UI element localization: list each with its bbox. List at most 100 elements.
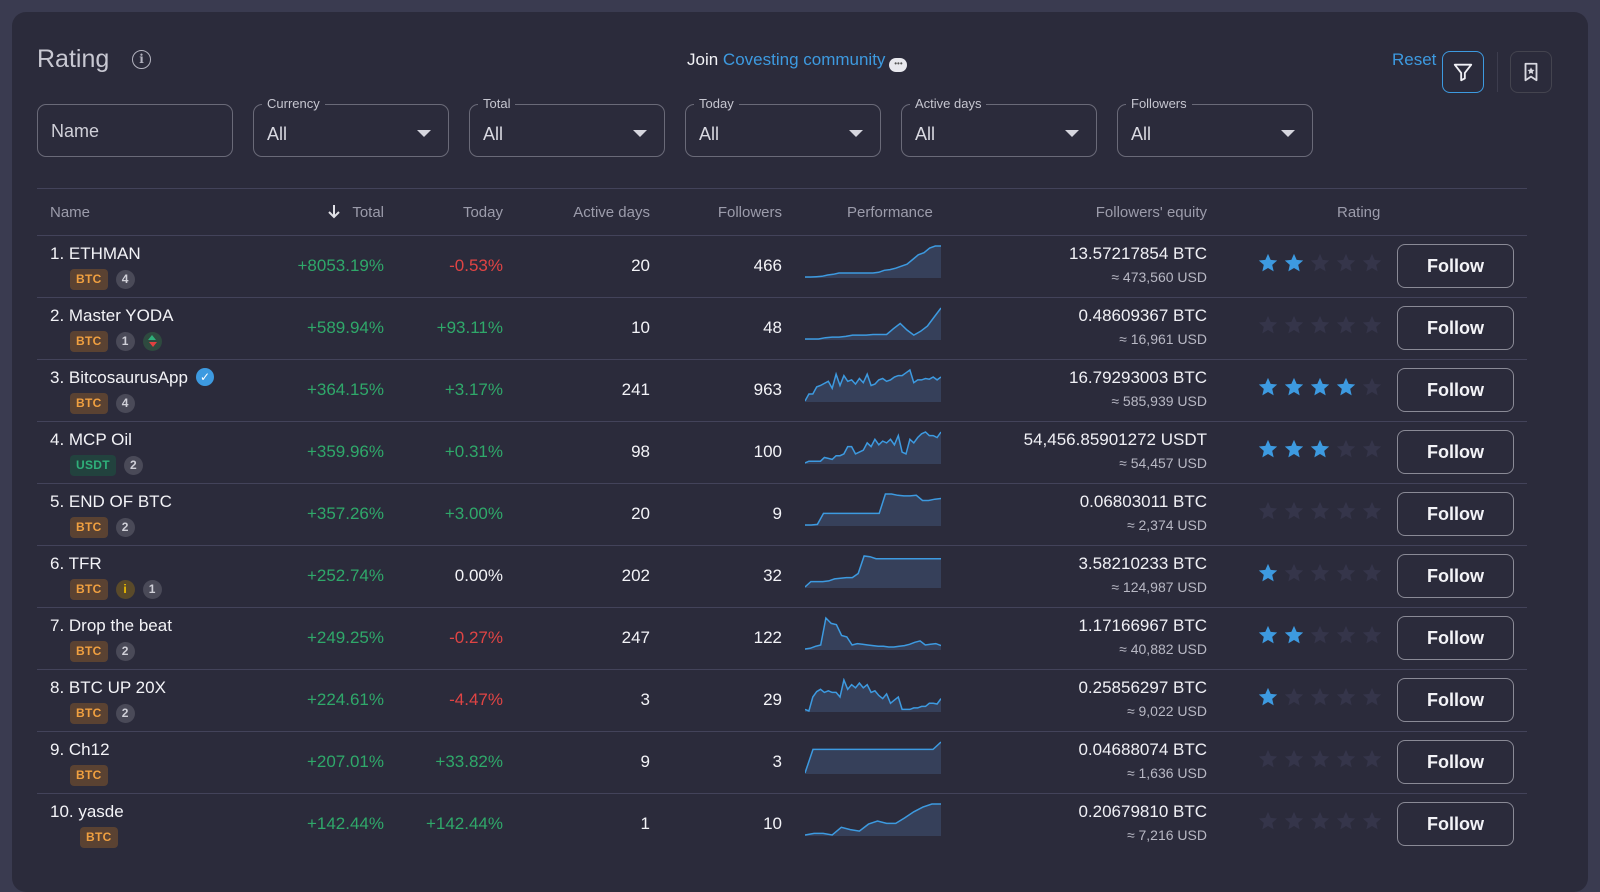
table-row[interactable]: 3. BitcosaurusApp ✓ BTC 4 +364.15% +3.17% … bbox=[37, 359, 1527, 421]
performance-sparkline bbox=[805, 307, 941, 340]
trader-name-text[interactable]: 10. yasde bbox=[50, 802, 124, 821]
reset-button[interactable]: Reset bbox=[1392, 50, 1436, 70]
trader-name-text[interactable]: 1. ETHMAN bbox=[50, 244, 141, 263]
sparkline-area bbox=[805, 742, 941, 774]
performance-sparkline bbox=[805, 741, 941, 774]
col-followers[interactable]: Followers bbox=[718, 204, 782, 221]
trader-badges: BTC 4 bbox=[70, 269, 135, 290]
today-return: -0.53% bbox=[449, 256, 503, 275]
trader-name[interactable]: 3. BitcosaurusApp ✓ bbox=[50, 368, 214, 388]
table-row[interactable]: 2. Master YODA BTC 1 +589.94% +93.11% 10 … bbox=[37, 297, 1527, 359]
followers-equity: 1.17166967 BTC bbox=[1078, 616, 1207, 635]
trader-name[interactable]: 9. Ch12 bbox=[50, 740, 110, 760]
today-return: +3.00% bbox=[444, 504, 503, 523]
trader-name[interactable]: 5. END OF BTC bbox=[50, 492, 172, 512]
follow-button[interactable]: Follow bbox=[1397, 492, 1514, 536]
follow-button[interactable]: Follow bbox=[1397, 244, 1514, 288]
follow-button[interactable]: Follow bbox=[1397, 740, 1514, 784]
table-row[interactable]: 1. ETHMAN BTC 4 +8053.19% -0.53% 20 466 1… bbox=[37, 235, 1527, 297]
col-today[interactable]: Today bbox=[463, 204, 503, 221]
star-empty-icon bbox=[1284, 315, 1304, 334]
table-row[interactable]: 8. BTC UP 20X BTC 2 +224.61% -4.47% 3 29 … bbox=[37, 669, 1527, 731]
verified-icon: ✓ bbox=[195, 368, 214, 386]
table-row[interactable]: 6. TFR BTC i 1 +252.74% 0.00% 202 32 3.582… bbox=[37, 545, 1527, 607]
divider bbox=[1497, 52, 1498, 92]
followers-equity: 0.06803011 BTC bbox=[1079, 492, 1207, 511]
col-name[interactable]: Name bbox=[50, 204, 90, 221]
followers-equity: 13.57217854 BTC bbox=[1069, 244, 1207, 263]
col-active-days[interactable]: Active days bbox=[573, 204, 650, 221]
table-row[interactable]: 10. yasde BTC +142.44% +142.44% 1 10 0.2… bbox=[37, 793, 1527, 855]
rating-panel: Rating i Join Covesting community ••• Res… bbox=[12, 12, 1588, 892]
follow-button[interactable]: Follow bbox=[1397, 616, 1514, 660]
star-filled-icon bbox=[1310, 439, 1330, 458]
trader-name-text[interactable]: 4. MCP Oil bbox=[50, 430, 132, 449]
table-row[interactable]: 5. END OF BTC BTC 2 +357.26% +3.00% 20 9 … bbox=[37, 483, 1527, 545]
trader-name-text[interactable]: 3. BitcosaurusApp bbox=[50, 368, 188, 387]
count-badge: 2 bbox=[115, 518, 135, 537]
trader-name-text[interactable]: 6. TFR bbox=[50, 554, 102, 573]
follow-button[interactable]: Follow bbox=[1397, 306, 1514, 350]
followers-count: 32 bbox=[763, 566, 782, 585]
follow-button[interactable]: Follow bbox=[1397, 554, 1514, 598]
trader-name[interactable]: 2. Master YODA bbox=[50, 306, 173, 326]
trader-name[interactable]: 7. Drop the beat bbox=[50, 616, 172, 636]
up-down-icon bbox=[142, 332, 162, 351]
star-empty-icon bbox=[1284, 563, 1304, 582]
trader-name[interactable]: 6. TFR bbox=[50, 554, 102, 574]
community-link[interactable]: Covesting community bbox=[723, 50, 886, 69]
currency-badge: BTC bbox=[70, 579, 108, 600]
table-row[interactable]: 7. Drop the beat BTC 2 +249.25% -0.27% 24… bbox=[37, 607, 1527, 669]
followers-equity: 0.48609367 BTC bbox=[1078, 306, 1207, 325]
star-empty-icon bbox=[1362, 501, 1382, 520]
name-filter-input[interactable]: Name bbox=[37, 104, 233, 157]
star-rating bbox=[1257, 562, 1383, 584]
active-days: 20 bbox=[631, 256, 650, 275]
star-filled-icon bbox=[1258, 687, 1278, 706]
trader-name[interactable]: 1. ETHMAN bbox=[50, 244, 141, 264]
select-label: Active days bbox=[910, 96, 987, 111]
followers-equity-usd: ≈ 40,882 USD bbox=[1119, 641, 1207, 657]
total-return: +359.96% bbox=[306, 442, 384, 461]
follow-button[interactable]: Follow bbox=[1397, 430, 1514, 474]
trader-name-text[interactable]: 5. END OF BTC bbox=[50, 492, 172, 511]
currency-badge: BTC bbox=[80, 827, 118, 848]
trader-badges: BTC 1 bbox=[70, 331, 162, 352]
active-days: 9 bbox=[640, 752, 650, 771]
star-filled-icon bbox=[1284, 439, 1304, 458]
star-empty-icon bbox=[1362, 315, 1382, 334]
today-select[interactable]: Today All bbox=[685, 96, 881, 157]
col-rating[interactable]: Rating bbox=[1337, 204, 1380, 221]
warning-icon[interactable]: i bbox=[115, 580, 135, 599]
sort-desc-icon[interactable] bbox=[327, 204, 341, 224]
star-empty-icon bbox=[1310, 253, 1330, 272]
table-row[interactable]: 9. Ch12 BTC +207.01% +33.82% 9 3 0.04688… bbox=[37, 731, 1527, 793]
star-filled-icon bbox=[1310, 377, 1330, 396]
filter-button[interactable] bbox=[1442, 51, 1484, 93]
follow-button[interactable]: Follow bbox=[1397, 368, 1514, 412]
trader-name[interactable]: 10. yasde bbox=[50, 802, 124, 822]
follow-button[interactable]: Follow bbox=[1397, 802, 1514, 846]
trader-name-text[interactable]: 9. Ch12 bbox=[50, 740, 110, 759]
currency-select[interactable]: Currency All bbox=[253, 96, 449, 157]
trader-name-text[interactable]: 8. BTC UP 20X bbox=[50, 678, 166, 697]
active-days: 247 bbox=[621, 628, 650, 647]
col-total[interactable]: Total bbox=[352, 204, 384, 221]
col-equity[interactable]: Followers' equity bbox=[1096, 204, 1207, 221]
trader-name[interactable]: 8. BTC UP 20X bbox=[50, 678, 166, 698]
active-days-select[interactable]: Active days All bbox=[901, 96, 1097, 157]
followers-count: 122 bbox=[753, 628, 782, 647]
star-empty-icon bbox=[1258, 315, 1278, 334]
table-row[interactable]: 4. MCP Oil USDT 2 +359.96% +0.31% 98 100 … bbox=[37, 421, 1527, 483]
favorites-button[interactable] bbox=[1510, 51, 1552, 93]
trader-badges: BTC 2 bbox=[70, 517, 135, 538]
info-icon[interactable]: i bbox=[132, 50, 151, 69]
trader-name-text[interactable]: 7. Drop the beat bbox=[50, 616, 172, 635]
trader-name[interactable]: 4. MCP Oil bbox=[50, 430, 132, 450]
followers-equity-usd: ≈ 1,636 USD bbox=[1126, 765, 1207, 781]
follow-button[interactable]: Follow bbox=[1397, 678, 1514, 722]
followers-select[interactable]: Followers All bbox=[1117, 96, 1313, 157]
trader-name-text[interactable]: 2. Master YODA bbox=[50, 306, 173, 325]
followers-equity-usd: ≈ 16,961 USD bbox=[1119, 331, 1207, 347]
total-select[interactable]: Total All bbox=[469, 96, 665, 157]
